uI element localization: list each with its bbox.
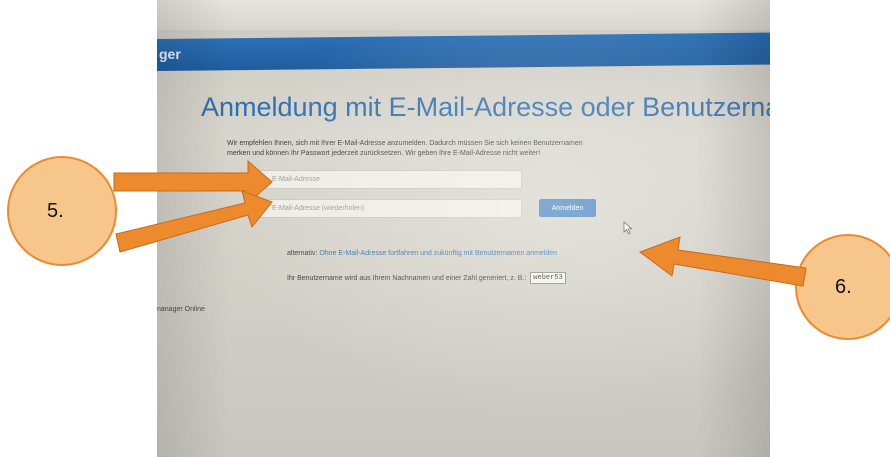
annotation-overlay	[7, 156, 890, 340]
arrow-to-email-repeat-field	[115, 190, 273, 253]
arrow-to-username-link	[638, 236, 807, 287]
marker-6-label: 6.	[835, 276, 852, 298]
marker-5-label: 5.	[47, 200, 64, 222]
